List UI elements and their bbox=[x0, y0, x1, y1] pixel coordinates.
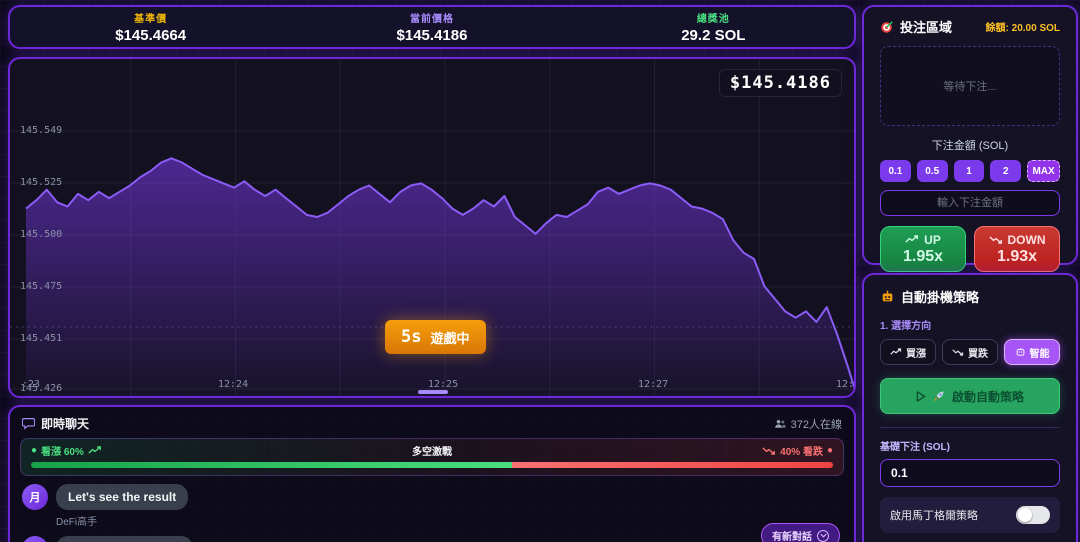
message-username: DeFi高手 bbox=[56, 517, 98, 528]
chevron-down-icon bbox=[817, 529, 829, 542]
message-bubble: 新一輪開始，看好UP bbox=[56, 536, 193, 542]
trend-up-icon bbox=[905, 235, 919, 243]
auto-strategy-panel: 自動掛機策略 1. 選擇方向 買漲 買跌 智能 啟動自動策略 基礎下注 (SOL… bbox=[862, 273, 1078, 542]
timer-seconds: 5s bbox=[401, 327, 422, 347]
direction-row: 買漲 買跌 智能 bbox=[880, 339, 1060, 365]
bull-fill-bar bbox=[31, 462, 513, 468]
bear-sentiment-label: 40% 看跌 ● bbox=[762, 443, 833, 458]
price-area-fill bbox=[25, 158, 854, 396]
chat-message: 月 Let's see the result bbox=[10, 476, 854, 510]
base-bet-label: 基礎下注 (SOL) bbox=[880, 442, 950, 453]
y-axis-tick: 145.451 bbox=[20, 333, 63, 344]
quick-amount-row: 0.1 0.5 1 2 MAX bbox=[880, 160, 1060, 182]
waiting-text: 等待下注... bbox=[943, 81, 997, 93]
y-axis-tick: 145.549 bbox=[20, 125, 63, 136]
martingale-toggle[interactable] bbox=[1016, 506, 1050, 524]
x-axis-tick: 12:27 bbox=[638, 379, 669, 390]
rocket-icon bbox=[934, 391, 944, 401]
quick-amount-button[interactable]: 0.5 bbox=[916, 160, 948, 182]
x-axis-tick: 12:25 bbox=[428, 379, 459, 390]
x-axis-tick: 12:24 bbox=[218, 379, 249, 390]
bear-fill-bar bbox=[512, 462, 833, 468]
trend-down-icon bbox=[952, 349, 964, 356]
base-price-value: $145.4664 bbox=[115, 27, 187, 44]
message-bubble: Let's see the result bbox=[56, 484, 189, 510]
trend-up-icon bbox=[88, 446, 101, 454]
step1-label: 1. 選擇方向 bbox=[880, 321, 932, 332]
waiting-for-bet-box: 等待下注... bbox=[880, 46, 1060, 126]
robot-icon bbox=[1016, 347, 1024, 356]
y-axis-tick: 145.475 bbox=[20, 281, 63, 292]
smart-mode-button[interactable]: 智能 bbox=[1004, 339, 1060, 365]
battle-label: 多空激戰 bbox=[412, 447, 452, 458]
down-multiplier: 1.93x bbox=[996, 247, 1038, 265]
buy-down-button[interactable]: 買跌 bbox=[942, 339, 998, 365]
bet-up-button[interactable]: UP 1.95x bbox=[880, 226, 966, 272]
base-bet-input[interactable] bbox=[880, 459, 1060, 487]
target-icon bbox=[881, 20, 893, 33]
y-axis-tick: 145.525 bbox=[20, 177, 63, 188]
current-price-stat: 當前價格 $145.4186 bbox=[291, 10, 572, 44]
quick-amount-button[interactable]: 1 bbox=[953, 160, 985, 182]
martingale-label: 啟用馬丁格爾策略 bbox=[890, 510, 978, 522]
bet-down-button[interactable]: DOWN 1.93x bbox=[974, 226, 1060, 272]
pool-label: 總獎池 bbox=[696, 14, 730, 25]
chat-title: 即時聊天 bbox=[41, 417, 90, 431]
quick-amount-button[interactable]: 2 bbox=[990, 160, 1022, 182]
price-chart-panel: 145.549 145.525 145.500 145.475 145.451 … bbox=[8, 57, 856, 398]
x-axis-tick: 12: bbox=[836, 379, 855, 390]
base-price-label: 基準價 bbox=[134, 14, 168, 25]
current-price-stat-value: $145.4186 bbox=[396, 27, 468, 44]
chat-message: 新一輪開始，看好UP bbox=[10, 528, 854, 542]
bet-amount-input[interactable] bbox=[880, 190, 1060, 216]
up-label: UP bbox=[924, 232, 941, 247]
base-price-stat: 基準價 $145.4664 bbox=[10, 10, 291, 44]
new-messages-button[interactable]: 有新對話 bbox=[761, 523, 840, 542]
down-label: DOWN bbox=[1007, 232, 1046, 247]
bull-sentiment-label: ● 看漲 60% bbox=[31, 443, 102, 458]
bull-dot: ● bbox=[31, 445, 38, 456]
martingale-row: 啟用馬丁格爾策略 bbox=[880, 497, 1060, 533]
chart-scroll-handle[interactable] bbox=[418, 390, 448, 394]
divider bbox=[880, 427, 1060, 428]
current-price-label: $145.4186 bbox=[718, 69, 842, 97]
up-multiplier: 1.95x bbox=[902, 247, 944, 265]
max-amount-button[interactable]: MAX bbox=[1027, 160, 1060, 182]
people-icon bbox=[774, 419, 786, 428]
pool-stat: 總獎池 29.2 SOL bbox=[573, 10, 854, 44]
trend-down-icon bbox=[762, 447, 776, 455]
buy-up-button[interactable]: 買漲 bbox=[880, 339, 936, 365]
stats-bar: 基準價 $145.4664 當前價格 $145.4186 總獎池 29.2 SO… bbox=[8, 5, 856, 49]
sentiment-track bbox=[31, 462, 833, 468]
chat-panel: 即時聊天 372人在線 ● 看漲 60% 多空激戰 40% 看跌 ● 月 Let… bbox=[8, 405, 856, 542]
avatar bbox=[22, 536, 48, 542]
y-axis-tick: 145.500 bbox=[20, 229, 63, 240]
auto-title: 自動掛機策略 bbox=[901, 290, 980, 305]
avatar: 月 bbox=[22, 484, 48, 510]
current-price-stat-label: 當前價格 bbox=[409, 14, 454, 25]
game-timer-badge: 5s 遊戲中 bbox=[385, 320, 486, 354]
timer-status: 遊戲中 bbox=[430, 330, 470, 346]
trend-up-icon bbox=[890, 348, 902, 355]
play-icon bbox=[916, 390, 926, 402]
balance-label: 餘額: 20.00 SOL bbox=[985, 23, 1060, 34]
robot-icon bbox=[882, 289, 893, 301]
betting-panel: 投注區域 餘額: 20.00 SOL 等待下注... 下注金額 (SOL) 0.… bbox=[862, 5, 1078, 272]
online-count: 372人在線 bbox=[790, 418, 842, 431]
pool-value: 29.2 SOL bbox=[681, 27, 746, 44]
chat-bubble-icon bbox=[22, 418, 35, 430]
toggle-knob bbox=[1018, 508, 1032, 522]
bet-amount-label: 下注金額 (SOL) bbox=[931, 140, 1009, 152]
sentiment-bar: ● 看漲 60% 多空激戰 40% 看跌 ● bbox=[20, 438, 844, 476]
x-axis-tick: :23 bbox=[22, 379, 41, 390]
start-auto-strategy-button[interactable]: 啟動自動策略 bbox=[880, 378, 1060, 414]
betting-title: 投注區域 bbox=[900, 20, 953, 35]
trend-down-icon bbox=[988, 236, 1002, 244]
quick-amount-button[interactable]: 0.1 bbox=[880, 160, 911, 182]
bear-dot: ● bbox=[826, 445, 833, 456]
chat-header: 即時聊天 372人在線 bbox=[10, 407, 854, 438]
